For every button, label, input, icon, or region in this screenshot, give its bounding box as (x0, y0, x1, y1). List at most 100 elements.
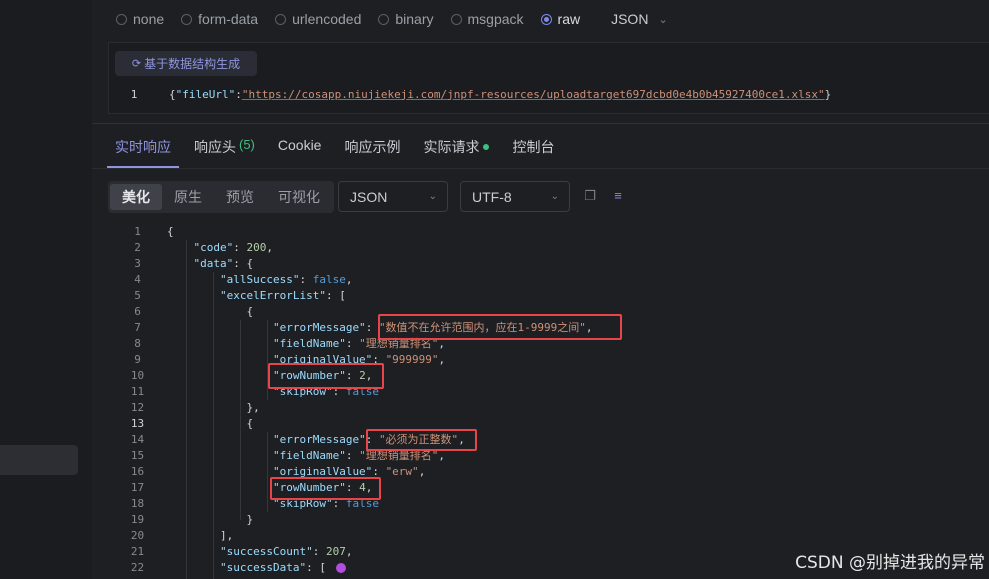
code-token: "errorMessage" (272, 321, 366, 334)
sidebar-active-item[interactable] (0, 445, 78, 475)
refresh-icon: ⟳ (131, 58, 142, 70)
request-code-line: 1 {"fileUrl":"https://cosapp.niujiekeji.… (109, 85, 989, 103)
radio-none[interactable]: none (116, 11, 164, 27)
tab-console[interactable]: 控制台 (512, 137, 554, 168)
headers-count-badge: (5) (239, 137, 255, 152)
code-token: "fieldName" (272, 449, 346, 462)
highlight-box-error-message-1 (378, 314, 622, 340)
tabs-underline-rule (92, 168, 989, 169)
code-token: 207 (325, 545, 346, 558)
line-number: 5 (134, 289, 141, 302)
tab-label: Cookie (277, 137, 322, 153)
raw-format-value: JSON (611, 11, 649, 27)
chevron-down-icon: ⌄ (550, 191, 559, 202)
highlight-box-error-message-2 (366, 429, 477, 451)
radio-label: binary (395, 11, 434, 27)
code-token: { (167, 417, 254, 430)
code-line: 15 "fieldName": "理想销量排名", (108, 448, 989, 464)
code-token: "erw" (385, 465, 419, 478)
brace: { (169, 87, 176, 101)
radio-label: raw (557, 11, 581, 27)
generate-from-schema-button[interactable]: ⟳ 基于数据结构生成 (115, 51, 257, 76)
radio-binary[interactable]: binary (378, 11, 434, 27)
file-url-value: "https://cosapp.niujiekeji.com/jnpf-reso… (241, 87, 825, 101)
code-line: 10 "rowNumber": 2, (108, 368, 989, 384)
line-number: 3 (134, 257, 141, 270)
view-pretty-button[interactable]: 美化 (110, 184, 162, 210)
line-number: 1 (130, 87, 138, 101)
left-sidebar (0, 0, 92, 579)
chevron-down-icon: ⌄ (658, 13, 668, 26)
code-token: { (167, 225, 174, 238)
radio-icon[interactable] (540, 13, 552, 25)
code-line: 16 "originalValue": "erw", (108, 464, 989, 480)
radio-icon[interactable] (181, 13, 193, 25)
code-token: "fieldName" (272, 337, 346, 350)
copy-icon[interactable]: ❐ (583, 189, 597, 203)
code-token: "code" (193, 241, 234, 254)
request-body-editor[interactable]: ⟳ 基于数据结构生成 1 {"fileUrl":"https://cosapp.… (108, 42, 989, 114)
view-visualize-button[interactable]: 可视化 (266, 184, 332, 210)
raw-format-select[interactable]: JSON ⌄ (611, 11, 668, 27)
radio-icon[interactable] (116, 13, 127, 25)
tab-label: 响应头 (194, 139, 236, 155)
code-token: "allSuccess" (219, 273, 300, 286)
request-code: {"fileUrl":"https://cosapp.niujiekeji.co… (169, 88, 831, 101)
code-text: "successCount": 207, (167, 544, 352, 560)
colon: : (235, 87, 242, 101)
tab-label: 响应示例 (344, 139, 401, 155)
code-token: "successData" (219, 561, 307, 574)
code-token: : { (233, 257, 254, 270)
tab-response-example[interactable]: 响应示例 (344, 137, 400, 168)
radio-raw[interactable]: raw (540, 11, 581, 27)
code-token: 200 (246, 241, 267, 254)
code-line: 17 "rowNumber": 4, (108, 480, 989, 496)
code-line: 1{ (108, 224, 989, 240)
tab-label: 控制台 (512, 139, 555, 155)
line-number: 4 (134, 273, 141, 286)
radio-msgpack[interactable]: msgpack (450, 11, 524, 27)
format-select[interactable]: JSON ⌄ (338, 181, 448, 212)
code-token: , (345, 545, 353, 558)
code-token: , (438, 353, 446, 366)
code-text: "excelErrorList": [ (167, 288, 346, 304)
line-number: 19 (130, 513, 145, 526)
code-text: "code": 200, (167, 240, 274, 256)
radio-icon[interactable] (450, 13, 462, 25)
code-line: 12 }, (108, 400, 989, 416)
wrap-icon[interactable]: ≡ (611, 189, 625, 203)
view-raw-button[interactable]: 原生 (162, 184, 214, 210)
tab-response-headers[interactable]: 响应头 (5) (194, 137, 255, 168)
code-line: 20 ], (108, 528, 989, 544)
code-token: : (312, 545, 326, 558)
code-text: } (167, 512, 253, 528)
radio-icon[interactable] (378, 13, 390, 25)
code-line: 4 "allSuccess": false, (108, 272, 989, 288)
tab-cookie[interactable]: Cookie (278, 137, 322, 168)
radio-form-data[interactable]: form-data (181, 11, 258, 27)
response-tabs: 实时响应 响应头 (5) Cookie 响应示例 实际请求 控制台 (107, 137, 577, 168)
tab-realtime-response[interactable]: 实时响应 (107, 137, 179, 168)
code-token: : [ (306, 561, 326, 574)
radio-label: form-data (198, 11, 259, 27)
tab-actual-request[interactable]: 实际请求 (423, 137, 490, 168)
view-preview-button[interactable]: 预览 (214, 184, 266, 210)
view-mode-group: 美化 原生 预览 可视化 (108, 181, 334, 213)
radio-icon[interactable] (275, 13, 287, 25)
code-token: , (345, 273, 353, 286)
response-body-viewer[interactable]: 1{2 "code": 200, 3 "data": {4 "allSuccess… (108, 224, 989, 579)
line-number: 11 (130, 385, 145, 398)
watermark: CSDN @别掉进我的异常 (795, 553, 985, 573)
encoding-select[interactable]: UTF-8 ⌄ (460, 181, 570, 212)
radio-urlencoded[interactable]: urlencoded (275, 11, 361, 27)
line-number: 10 (130, 369, 145, 382)
